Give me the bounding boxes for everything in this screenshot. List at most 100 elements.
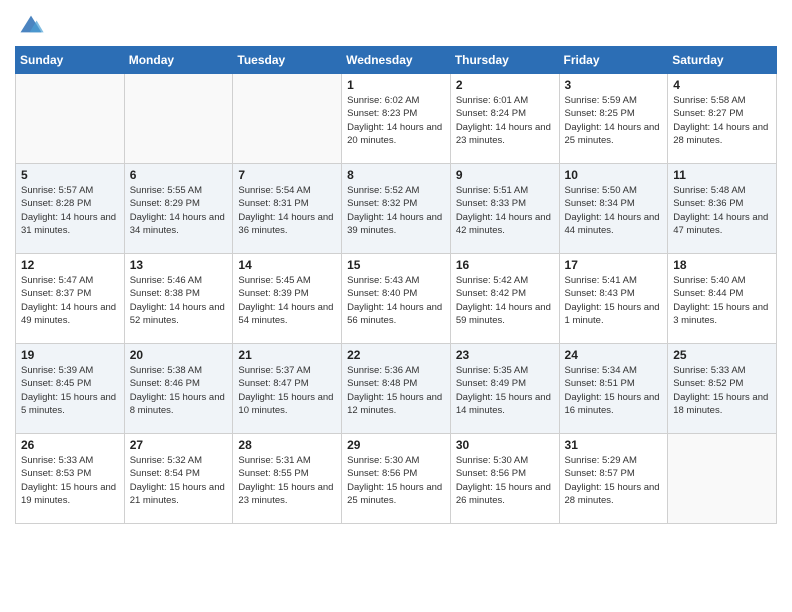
day-number: 10 xyxy=(565,168,663,182)
day-number: 5 xyxy=(21,168,119,182)
day-info: Sunrise: 5:29 AMSunset: 8:57 PMDaylight:… xyxy=(565,454,663,507)
day-info: Sunrise: 5:39 AMSunset: 8:45 PMDaylight:… xyxy=(21,364,119,417)
calendar-cell: 23Sunrise: 5:35 AMSunset: 8:49 PMDayligh… xyxy=(450,344,559,434)
calendar-week-row: 12 Sunrise: 5:47 AMSunset: 8:37 PMDayligh… xyxy=(16,254,777,344)
day-info: Sunrise: 5:33 AMSunset: 8:53 PMDaylight:… xyxy=(21,454,119,507)
day-info: Sunrise: 5:59 AMSunset: 8:25 PMDaylight:… xyxy=(565,94,663,147)
day-number: 25 xyxy=(673,348,771,362)
day-of-week-header: Sunday xyxy=(16,47,125,74)
calendar-cell xyxy=(124,74,233,164)
day-number: 27 xyxy=(130,438,228,452)
calendar-cell: 27Sunrise: 5:32 AMSunset: 8:54 PMDayligh… xyxy=(124,434,233,524)
calendar-cell: 18 Sunrise: 5:40 AMSunset: 8:44 PMDayligh… xyxy=(668,254,777,344)
day-of-week-header: Monday xyxy=(124,47,233,74)
calendar-week-row: 26 Sunrise: 5:33 AMSunset: 8:53 PMDayligh… xyxy=(16,434,777,524)
calendar-week-row: 5Sunrise: 5:57 AMSunset: 8:28 PMDaylight… xyxy=(16,164,777,254)
calendar-cell: 6 Sunrise: 5:55 AMSunset: 8:29 PMDaylight… xyxy=(124,164,233,254)
day-number: 20 xyxy=(130,348,228,362)
calendar-cell: 20 Sunrise: 5:38 AMSunset: 8:46 PMDayligh… xyxy=(124,344,233,434)
logo xyxy=(15,10,45,38)
day-number: 31 xyxy=(565,438,663,452)
calendar-cell: 7Sunrise: 5:54 AMSunset: 8:31 PMDaylight… xyxy=(233,164,342,254)
day-info: Sunrise: 5:36 AMSunset: 8:48 PMDaylight:… xyxy=(347,364,445,417)
day-info: Sunrise: 5:46 AMSunset: 8:38 PMDaylight:… xyxy=(130,274,228,327)
day-number: 6 xyxy=(130,168,228,182)
calendar-cell: 13 Sunrise: 5:46 AMSunset: 8:38 PMDayligh… xyxy=(124,254,233,344)
calendar-cell: 30 Sunrise: 5:30 AMSunset: 8:56 PMDayligh… xyxy=(450,434,559,524)
calendar-cell: 14 Sunrise: 5:45 AMSunset: 8:39 PMDayligh… xyxy=(233,254,342,344)
day-of-week-header: Wednesday xyxy=(342,47,451,74)
calendar-table: SundayMondayTuesdayWednesdayThursdayFrid… xyxy=(15,46,777,524)
day-info: Sunrise: 5:45 AMSunset: 8:39 PMDaylight:… xyxy=(238,274,336,327)
day-number: 13 xyxy=(130,258,228,272)
day-number: 21 xyxy=(238,348,336,362)
day-info: Sunrise: 5:34 AMSunset: 8:51 PMDaylight:… xyxy=(565,364,663,417)
day-info: Sunrise: 5:48 AMSunset: 8:36 PMDaylight:… xyxy=(673,184,771,237)
day-of-week-header: Friday xyxy=(559,47,668,74)
day-number: 4 xyxy=(673,78,771,92)
day-info: Sunrise: 5:52 AMSunset: 8:32 PMDaylight:… xyxy=(347,184,445,237)
day-number: 8 xyxy=(347,168,445,182)
calendar-cell: 26 Sunrise: 5:33 AMSunset: 8:53 PMDayligh… xyxy=(16,434,125,524)
day-info: Sunrise: 5:31 AMSunset: 8:55 PMDaylight:… xyxy=(238,454,336,507)
calendar-cell: 9Sunrise: 5:51 AMSunset: 8:33 PMDaylight… xyxy=(450,164,559,254)
calendar-cell: 10 Sunrise: 5:50 AMSunset: 8:34 PMDayligh… xyxy=(559,164,668,254)
calendar-cell: 16Sunrise: 5:42 AMSunset: 8:42 PMDayligh… xyxy=(450,254,559,344)
day-number: 1 xyxy=(347,78,445,92)
calendar-cell: 5Sunrise: 5:57 AMSunset: 8:28 PMDaylight… xyxy=(16,164,125,254)
day-of-week-header: Thursday xyxy=(450,47,559,74)
day-number: 14 xyxy=(238,258,336,272)
calendar-cell: 8 Sunrise: 5:52 AMSunset: 8:32 PMDaylight… xyxy=(342,164,451,254)
calendar-week-row: 19 Sunrise: 5:39 AMSunset: 8:45 PMDayligh… xyxy=(16,344,777,434)
day-info: Sunrise: 5:55 AMSunset: 8:29 PMDaylight:… xyxy=(130,184,228,237)
logo-icon xyxy=(17,10,45,38)
day-info: Sunrise: 5:33 AMSunset: 8:52 PMDaylight:… xyxy=(673,364,771,417)
day-number: 11 xyxy=(673,168,771,182)
calendar-cell: 2 Sunrise: 6:01 AMSunset: 8:24 PMDaylight… xyxy=(450,74,559,164)
day-number: 30 xyxy=(456,438,554,452)
day-number: 19 xyxy=(21,348,119,362)
day-number: 18 xyxy=(673,258,771,272)
day-info: Sunrise: 5:50 AMSunset: 8:34 PMDaylight:… xyxy=(565,184,663,237)
page: SundayMondayTuesdayWednesdayThursdayFrid… xyxy=(0,0,792,539)
day-info: Sunrise: 5:30 AMSunset: 8:56 PMDaylight:… xyxy=(456,454,554,507)
calendar-cell: 12 Sunrise: 5:47 AMSunset: 8:37 PMDayligh… xyxy=(16,254,125,344)
day-of-week-header: Saturday xyxy=(668,47,777,74)
calendar-cell: 28Sunrise: 5:31 AMSunset: 8:55 PMDayligh… xyxy=(233,434,342,524)
calendar-cell: 25 Sunrise: 5:33 AMSunset: 8:52 PMDayligh… xyxy=(668,344,777,434)
calendar-cell: 31 Sunrise: 5:29 AMSunset: 8:57 PMDayligh… xyxy=(559,434,668,524)
calendar-cell: 3 Sunrise: 5:59 AMSunset: 8:25 PMDaylight… xyxy=(559,74,668,164)
calendar-cell: 17 Sunrise: 5:41 AMSunset: 8:43 PMDayligh… xyxy=(559,254,668,344)
day-number: 24 xyxy=(565,348,663,362)
day-number: 3 xyxy=(565,78,663,92)
day-info: Sunrise: 5:37 AMSunset: 8:47 PMDaylight:… xyxy=(238,364,336,417)
day-number: 15 xyxy=(347,258,445,272)
day-number: 23 xyxy=(456,348,554,362)
day-info: Sunrise: 6:02 AMSunset: 8:23 PMDaylight:… xyxy=(347,94,445,147)
calendar-cell: 29Sunrise: 5:30 AMSunset: 8:56 PMDayligh… xyxy=(342,434,451,524)
calendar-cell: 4 Sunrise: 5:58 AMSunset: 8:27 PMDaylight… xyxy=(668,74,777,164)
day-info: Sunrise: 5:41 AMSunset: 8:43 PMDaylight:… xyxy=(565,274,663,327)
day-info: Sunrise: 5:38 AMSunset: 8:46 PMDaylight:… xyxy=(130,364,228,417)
day-of-week-header: Tuesday xyxy=(233,47,342,74)
day-number: 12 xyxy=(21,258,119,272)
day-number: 26 xyxy=(21,438,119,452)
day-info: Sunrise: 6:01 AMSunset: 8:24 PMDaylight:… xyxy=(456,94,554,147)
day-info: Sunrise: 5:40 AMSunset: 8:44 PMDaylight:… xyxy=(673,274,771,327)
day-info: Sunrise: 5:58 AMSunset: 8:27 PMDaylight:… xyxy=(673,94,771,147)
day-info: Sunrise: 5:47 AMSunset: 8:37 PMDaylight:… xyxy=(21,274,119,327)
calendar-week-row: 1 Sunrise: 6:02 AMSunset: 8:23 PMDaylight… xyxy=(16,74,777,164)
calendar-cell: 22 Sunrise: 5:36 AMSunset: 8:48 PMDayligh… xyxy=(342,344,451,434)
day-number: 2 xyxy=(456,78,554,92)
day-info: Sunrise: 5:51 AMSunset: 8:33 PMDaylight:… xyxy=(456,184,554,237)
calendar-cell xyxy=(668,434,777,524)
calendar-cell: 1 Sunrise: 6:02 AMSunset: 8:23 PMDaylight… xyxy=(342,74,451,164)
calendar-cell: 11 Sunrise: 5:48 AMSunset: 8:36 PMDayligh… xyxy=(668,164,777,254)
calendar-cell: 19 Sunrise: 5:39 AMSunset: 8:45 PMDayligh… xyxy=(16,344,125,434)
day-number: 29 xyxy=(347,438,445,452)
header xyxy=(15,10,777,38)
calendar-header-row: SundayMondayTuesdayWednesdayThursdayFrid… xyxy=(16,47,777,74)
day-number: 22 xyxy=(347,348,445,362)
calendar-cell: 15Sunrise: 5:43 AMSunset: 8:40 PMDayligh… xyxy=(342,254,451,344)
day-number: 17 xyxy=(565,258,663,272)
